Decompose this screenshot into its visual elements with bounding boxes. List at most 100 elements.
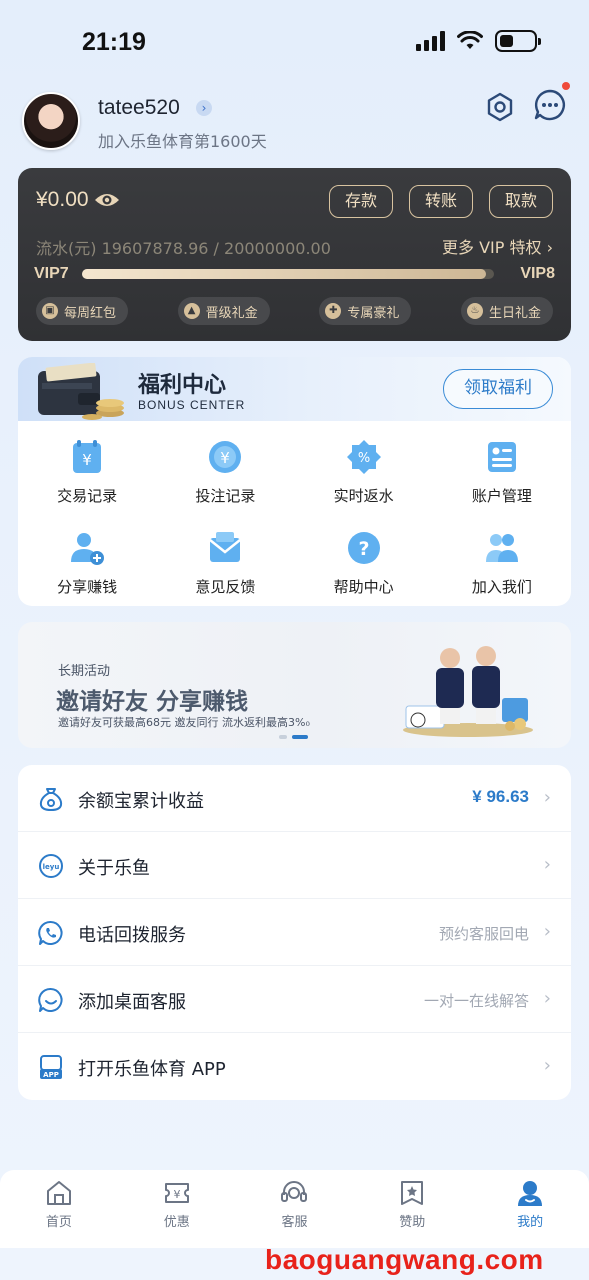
grid-item-transactions[interactable]: ¥ 交易记录: [18, 437, 156, 506]
earnings-amount: ¥ 96.63: [472, 787, 529, 806]
transfer-button[interactable]: 转账: [409, 185, 473, 218]
svg-text:¥: ¥: [221, 449, 231, 467]
list-item-open-app[interactable]: APP 打开乐鱼体育 APP ›: [18, 1033, 571, 1100]
profile-icon: [518, 1181, 543, 1206]
notification-dot: [562, 82, 570, 90]
svg-text:%: %: [357, 451, 369, 466]
chevron-right-icon[interactable]: ›: [196, 100, 212, 116]
status-time: 21:19: [82, 28, 146, 56]
settings-icon[interactable]: [485, 92, 515, 122]
grid-item-bet-records[interactable]: ¥ 投注记录: [156, 437, 294, 506]
perk-birthday-bonus[interactable]: ♨ 生日礼金: [460, 297, 553, 325]
callback-hint: 预约客服回电: [438, 925, 529, 943]
wallet-card: ¥0.00 存款 转账 取款 流水(元) 19607878.96 / 20000…: [18, 168, 571, 341]
headset-icon: [281, 1181, 308, 1202]
leyu-logo-icon: leyu: [39, 854, 63, 878]
banner-description: 邀请好友可获最高68元 邀友同行 流水返利最高3%₀: [58, 716, 310, 729]
perk-weekly-redpacket[interactable]: ▣ 每周红包: [36, 297, 129, 325]
help-icon: ?: [347, 532, 380, 564]
home-icon: [46, 1181, 71, 1205]
wallet-illustration: [38, 363, 124, 420]
grid-item-help[interactable]: ? 帮助中心: [295, 528, 433, 597]
redpacket-icon: ▣: [42, 303, 58, 319]
vip-perks: ▣ 每周红包 ▲ 晋级礼金 ✚ 专属豪礼 ♨ 生日礼金: [36, 297, 553, 325]
vip-next: VIP8: [520, 265, 555, 282]
perk-promotion-bonus[interactable]: ▲ 晋级礼金: [177, 297, 270, 325]
transaction-icon: ¥: [73, 440, 102, 473]
chevron-right-icon: ›: [543, 787, 551, 808]
grid-item-share-earn[interactable]: 分享赚钱: [18, 528, 156, 597]
arrow-up-icon: ▲: [183, 303, 200, 319]
grid-item-feedback[interactable]: 意见反馈: [156, 528, 294, 597]
chevron-right-icon: ›: [543, 988, 551, 1009]
list-item-about-leyu[interactable]: leyu 关于乐鱼 ›: [18, 832, 571, 899]
feature-grid: ¥ 交易记录 ¥ 投注记录 % 实时返水 账户管理 分享赚钱 意见反馈 ? 帮助…: [18, 437, 571, 597]
deposit-button[interactable]: 存款: [329, 185, 393, 218]
bonus-center-title: 福利中心: [138, 373, 227, 398]
tab-promotions[interactable]: ¥ 优惠: [118, 1170, 236, 1248]
menu-list: 余额宝累计收益 ¥ 96.63 › leyu 关于乐鱼 › 电话回拨服务 预约客…: [18, 765, 571, 1100]
join-icon: [485, 534, 518, 562]
list-item-desktop-support[interactable]: 添加桌面客服 一对一在线解答 ›: [18, 966, 571, 1033]
support-hint: 一对一在线解答: [423, 992, 529, 1010]
profile-header: tatee520 › 加入乐鱼体育第1600天: [22, 82, 570, 152]
tab-customer-service[interactable]: 客服: [236, 1170, 354, 1248]
bonus-center-header: 福利中心 BONUS CENTER 领取福利: [18, 357, 571, 421]
moneybag-icon: [39, 788, 63, 811]
vip-current: VIP7: [34, 265, 69, 282]
vip-progress-bar: [82, 269, 494, 279]
phone-icon: [38, 920, 63, 945]
list-item-yuebao-earnings[interactable]: 余额宝累计收益 ¥ 96.63 ›: [18, 765, 571, 832]
status-icons: [416, 30, 541, 52]
share-icon: [71, 533, 105, 565]
svg-text:leyu: leyu: [43, 863, 60, 871]
tab-profile[interactable]: 我的: [471, 1170, 589, 1248]
svg-text:¥: ¥: [82, 451, 92, 469]
svg-text:¥: ¥: [173, 1188, 180, 1201]
signal-icon: [416, 31, 445, 51]
svg-text:?: ?: [358, 538, 369, 560]
battery-icon: [495, 30, 541, 52]
perk-exclusive-gift[interactable]: ✚ 专属豪礼: [319, 297, 412, 325]
sponsor-icon: [401, 1181, 424, 1205]
banner-tag: 长期活动: [58, 664, 111, 679]
list-item-phone-callback[interactable]: 电话回拨服务 预约客服回电 ›: [18, 899, 571, 966]
balance-amount: ¥0.00: [36, 188, 89, 211]
grid-item-join-us[interactable]: 加入我们: [433, 528, 571, 597]
wifi-icon: [457, 31, 483, 49]
rebate-icon: %: [346, 440, 381, 474]
chat-icon: [38, 987, 63, 1012]
join-days-text: 加入乐鱼体育第1600天: [98, 132, 267, 151]
carousel-indicator: [279, 735, 308, 739]
account-icon: [487, 442, 516, 472]
app-icon: APP: [40, 1055, 62, 1079]
eye-icon[interactable]: [94, 191, 120, 209]
gift-icon: ✚: [325, 303, 342, 319]
bonus-center-subtitle: BONUS CENTER: [138, 398, 246, 412]
chevron-right-icon: ›: [543, 921, 551, 942]
bottom-tab-bar: 首页 ¥ 优惠 客服 赞助 我的: [0, 1170, 589, 1248]
withdraw-button[interactable]: 取款: [489, 185, 553, 218]
bonus-center-card: 福利中心 BONUS CENTER 领取福利 ¥ 交易记录 ¥ 投注记录 % 实…: [18, 357, 571, 606]
claim-bonus-button[interactable]: 领取福利: [443, 369, 553, 409]
chevron-right-icon: ›: [543, 1055, 551, 1076]
tab-sponsorship[interactable]: 赞助: [353, 1170, 471, 1248]
message-icon[interactable]: [533, 88, 567, 122]
username[interactable]: tatee520: [98, 96, 180, 120]
turnover-text: 流水(元) 19607878.96 / 20000000.00: [36, 239, 331, 258]
football-players-illustration: [403, 646, 533, 737]
chevron-right-icon: ›: [543, 854, 551, 875]
more-vip-link[interactable]: 更多 VIP 特权 ›: [442, 234, 553, 258]
feedback-icon: [209, 532, 242, 562]
banner-title: 邀请好友 分享赚钱: [56, 689, 249, 715]
avatar[interactable]: [22, 92, 80, 150]
coupon-icon: ¥: [164, 1183, 189, 1203]
status-bar: 21:19: [0, 0, 589, 80]
bet-record-icon: ¥: [209, 441, 242, 473]
promo-banner[interactable]: 长期活动 邀请好友 分享赚钱 邀请好友可获最高68元 邀友同行 流水返利最高3%…: [18, 622, 571, 748]
grid-item-rebate[interactable]: % 实时返水: [295, 437, 433, 506]
cake-icon: ♨: [466, 303, 483, 319]
tab-home[interactable]: 首页: [0, 1170, 118, 1248]
svg-text:APP: APP: [43, 1071, 59, 1079]
grid-item-account[interactable]: 账户管理: [433, 437, 571, 506]
